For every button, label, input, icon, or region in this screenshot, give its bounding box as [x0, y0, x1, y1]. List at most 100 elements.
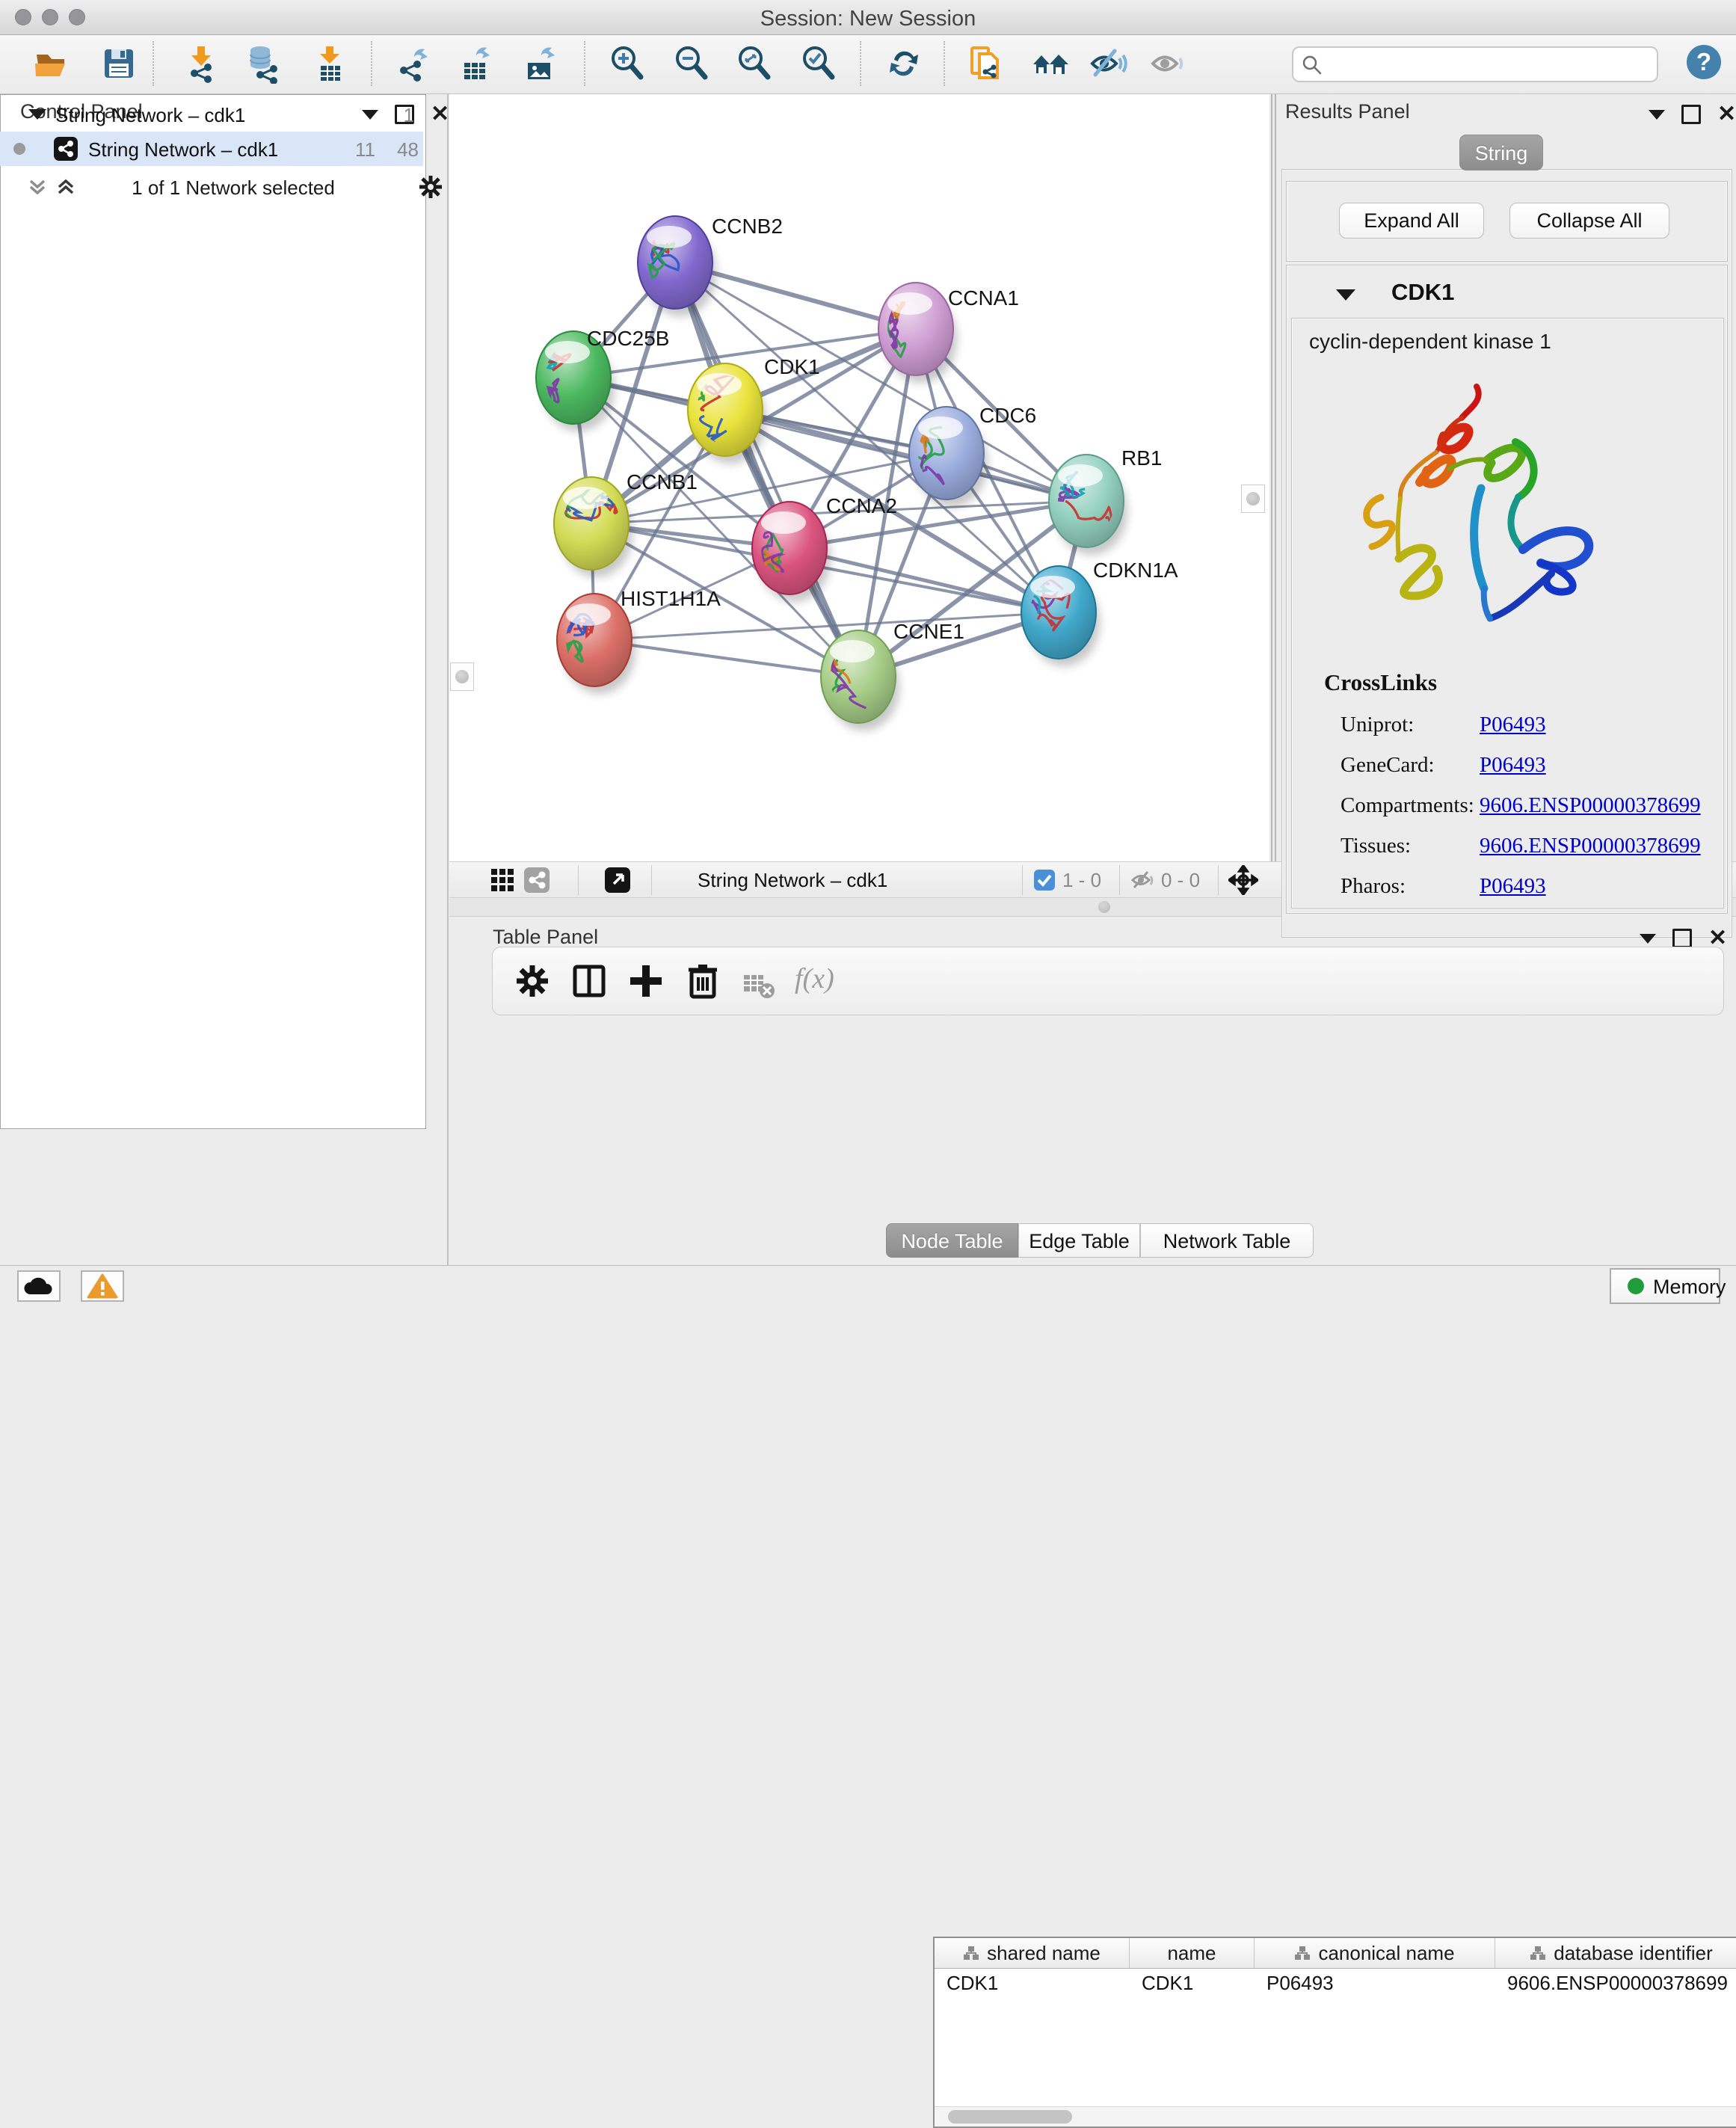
- delete-column-icon[interactable]: [683, 961, 723, 1001]
- network-tree: String Network – cdk1 1 String Network –…: [0, 94, 426, 1129]
- export-network-icon[interactable]: [392, 43, 432, 84]
- show-columns-icon[interactable]: [569, 961, 609, 1001]
- add-column-icon[interactable]: [626, 961, 666, 1001]
- collapse-all-button[interactable]: Collapse All: [1509, 203, 1669, 239]
- column-header-name[interactable]: name: [1130, 1938, 1255, 1968]
- cdk1-entry-box: CDK1 cyclin-dependent kinase 1: [1286, 265, 1728, 914]
- memory-button[interactable]: Memory: [1610, 1268, 1720, 1304]
- shared-column-icon: [963, 1945, 979, 1961]
- crosslink-link[interactable]: P06493: [1480, 713, 1546, 737]
- network-node-cdc25b[interactable]: CDC25B: [536, 327, 669, 431]
- network-node-rb1[interactable]: RB1: [1049, 446, 1162, 555]
- crosslink-link[interactable]: P06493: [1480, 874, 1546, 899]
- toolbar-separator: [944, 41, 945, 86]
- refresh-view-icon[interactable]: [884, 43, 924, 84]
- home-icon[interactable]: [1030, 43, 1071, 84]
- table-panel-float-icon[interactable]: [1672, 929, 1692, 948]
- show-hidden-icon[interactable]: [1148, 43, 1189, 84]
- network-node-cdc6[interactable]: CDC6: [909, 404, 1036, 507]
- edge-count: 48: [378, 138, 419, 162]
- crosslink-row: Pharos: P06493: [1341, 867, 1714, 907]
- selected-checkbox-icon[interactable]: [1034, 870, 1055, 891]
- network-tree-child-row[interactable]: String Network – cdk1 11 48: [0, 132, 423, 166]
- expand-all-icon[interactable]: [55, 176, 76, 197]
- results-panel-menu-icon[interactable]: [1649, 110, 1665, 120]
- delete-table-icon[interactable]: [741, 965, 777, 1006]
- zoom-fit-icon[interactable]: [734, 43, 775, 84]
- crosslink-link[interactable]: P06493: [1480, 753, 1546, 778]
- grid-view-icon[interactable]: [490, 867, 515, 893]
- tab-node-table[interactable]: Node Table: [886, 1223, 1018, 1258]
- divider-knob[interactable]: [1098, 901, 1110, 913]
- crosslink-label: Pharos:: [1341, 874, 1406, 899]
- table-panel-close-icon[interactable]: ✕: [1708, 931, 1727, 946]
- column-header-shared-name[interactable]: shared name: [935, 1938, 1130, 1968]
- network-node-hist1h1a[interactable]: HIST1H1A: [557, 587, 721, 694]
- tab-network-table[interactable]: Network Table: [1140, 1223, 1314, 1258]
- hide-selected-icon[interactable]: [1088, 43, 1128, 84]
- control-panel-close-icon[interactable]: ✕: [431, 107, 449, 122]
- network-node-ccnb1[interactable]: CCNB1: [554, 470, 698, 577]
- zoom-out-icon[interactable]: [671, 43, 712, 84]
- zoom-in-icon[interactable]: [607, 43, 647, 84]
- crosslink-link[interactable]: 9606.ENSP00000378699: [1480, 834, 1701, 858]
- import-network-from-database-icon[interactable]: [244, 43, 284, 84]
- right-divider-handle[interactable]: [1241, 485, 1265, 513]
- expand-all-button[interactable]: Expand All: [1339, 203, 1484, 239]
- search-box[interactable]: [1292, 46, 1658, 82]
- tree-expander-icon[interactable]: [28, 109, 46, 120]
- network-node-cdkn1a[interactable]: CDKN1A: [1021, 559, 1178, 666]
- birds-eye-view-icon[interactable]: [1228, 865, 1258, 895]
- network-node-ccna2[interactable]: CCNA2: [752, 494, 897, 602]
- table-cell[interactable]: CDK1: [1130, 1968, 1255, 1998]
- save-session-icon[interactable]: [99, 43, 139, 84]
- column-header-label: database identifier: [1554, 1942, 1712, 1965]
- column-header-database-identifier[interactable]: database identifier: [1495, 1938, 1736, 1968]
- zoom-selected-icon[interactable]: [798, 43, 839, 84]
- table-horizontal-scrollbar[interactable]: [935, 2106, 1736, 2127]
- network-graph[interactable]: CCNB2 CCNA1 CDC25BCDK1 CDC6 RB1 CCNB1 CCNA2 CDK…: [449, 94, 1269, 861]
- cloud-button[interactable]: [17, 1270, 61, 1302]
- results-panel-close-icon[interactable]: ✕: [1717, 107, 1736, 122]
- tab-string[interactable]: String: [1459, 135, 1543, 170]
- network-node-ccne1[interactable]: CCNE1: [821, 620, 964, 731]
- network-edge[interactable]: [675, 262, 858, 677]
- warning-button[interactable]: [81, 1270, 124, 1302]
- node-label: CDC6: [979, 404, 1036, 427]
- import-network-from-file-icon[interactable]: [181, 43, 221, 84]
- column-header-canonical-name[interactable]: canonical name: [1255, 1938, 1495, 1968]
- results-panel-float-icon[interactable]: [1681, 105, 1701, 124]
- open-session-icon[interactable]: [31, 43, 72, 84]
- network-tree-root-row[interactable]: String Network – cdk1 1: [0, 97, 423, 132]
- export-table-icon[interactable]: [455, 43, 496, 84]
- network-options-gear-icon[interactable]: [417, 173, 444, 200]
- network-node-cdk1[interactable]: CDK1: [688, 355, 820, 464]
- toolbar-separator: [860, 41, 861, 86]
- export-image-icon[interactable]: [520, 43, 561, 84]
- import-table-from-file-icon[interactable]: [310, 43, 350, 84]
- results-panel-divider[interactable]: [1271, 94, 1272, 897]
- network-canvas[interactable]: CCNB2 CCNA1 CDC25BCDK1 CDC6 RB1 CCNB1 CCNA2 CDK…: [449, 94, 1269, 861]
- control-panel: Control Panel ✕ Network Style Select Set…: [0, 94, 449, 1265]
- network-node-ccnb2[interactable]: CCNB2: [638, 215, 783, 316]
- function-builder-icon[interactable]: f(x): [795, 962, 834, 995]
- table-panel-menu-icon[interactable]: [1640, 934, 1656, 944]
- collapse-all-icon[interactable]: [27, 176, 48, 197]
- tab-edge-table[interactable]: Edge Table: [1018, 1223, 1140, 1258]
- network-collection-label: String Network – cdk1: [55, 104, 245, 127]
- table-cell[interactable]: 9606.ENSP00000378699: [1495, 1968, 1736, 1998]
- scrollbar-thumb[interactable]: [948, 2110, 1072, 2124]
- network-node-ccna1[interactable]: CCNA1: [878, 283, 1019, 383]
- table-options-gear-icon[interactable]: [512, 961, 552, 1001]
- search-input[interactable]: [1329, 49, 1646, 76]
- copy-network-icon[interactable]: [966, 43, 1006, 84]
- table-cell[interactable]: CDK1: [935, 1968, 1130, 1998]
- cdk1-collapse-icon[interactable]: [1336, 289, 1355, 301]
- toolbar-separator: [153, 41, 154, 86]
- help-icon[interactable]: ?: [1687, 45, 1721, 79]
- table-cell[interactable]: P06493: [1255, 1968, 1495, 1998]
- left-divider-handle[interactable]: [450, 662, 474, 691]
- crosslink-link[interactable]: 9606.ENSP00000378699: [1480, 793, 1701, 818]
- detach-view-icon[interactable]: [605, 867, 630, 893]
- string-view-icon[interactable]: [524, 867, 550, 893]
